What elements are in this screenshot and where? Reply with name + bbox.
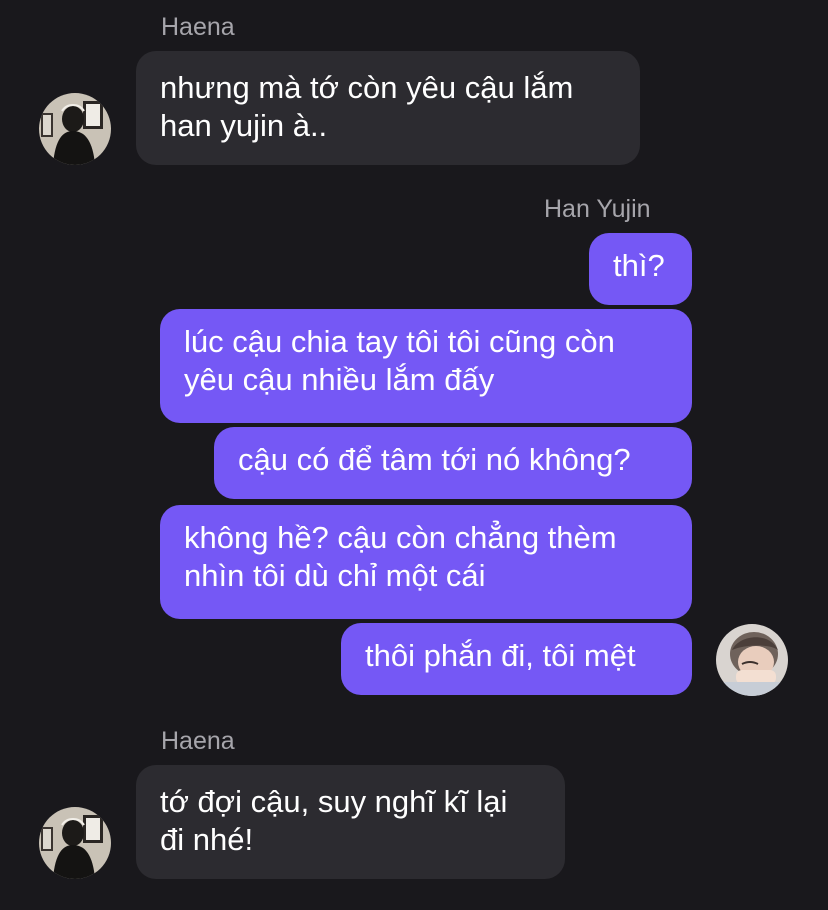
sender-name-haena: Haena: [161, 13, 235, 41]
haena-avatar[interactable]: [39, 93, 111, 165]
message-bubble-outgoing[interactable]: thôi phắn đi, tôi mệt: [341, 623, 692, 695]
sender-name-han-yujin: Han Yujin: [544, 195, 651, 223]
message-bubble-outgoing[interactable]: lúc cậu chia tay tôi tôi cũng còn yêu cậ…: [160, 309, 692, 423]
message-bubble-outgoing[interactable]: không hề? cậu còn chẳng thèm nhìn tôi dù…: [160, 505, 692, 619]
message-bubble-incoming[interactable]: nhưng mà tớ còn yêu cậu lắm han yujin à.…: [136, 51, 640, 165]
message-bubble-incoming[interactable]: tớ đợi cậu, suy nghĩ kĩ lại đi nhé!: [136, 765, 565, 879]
haena-avatar[interactable]: [39, 807, 111, 879]
message-bubble-outgoing[interactable]: cậu có để tâm tới nó không?: [214, 427, 692, 499]
message-bubble-outgoing[interactable]: thì?: [589, 233, 692, 305]
han-yujin-avatar[interactable]: [716, 624, 788, 696]
sender-name-haena: Haena: [161, 727, 235, 755]
